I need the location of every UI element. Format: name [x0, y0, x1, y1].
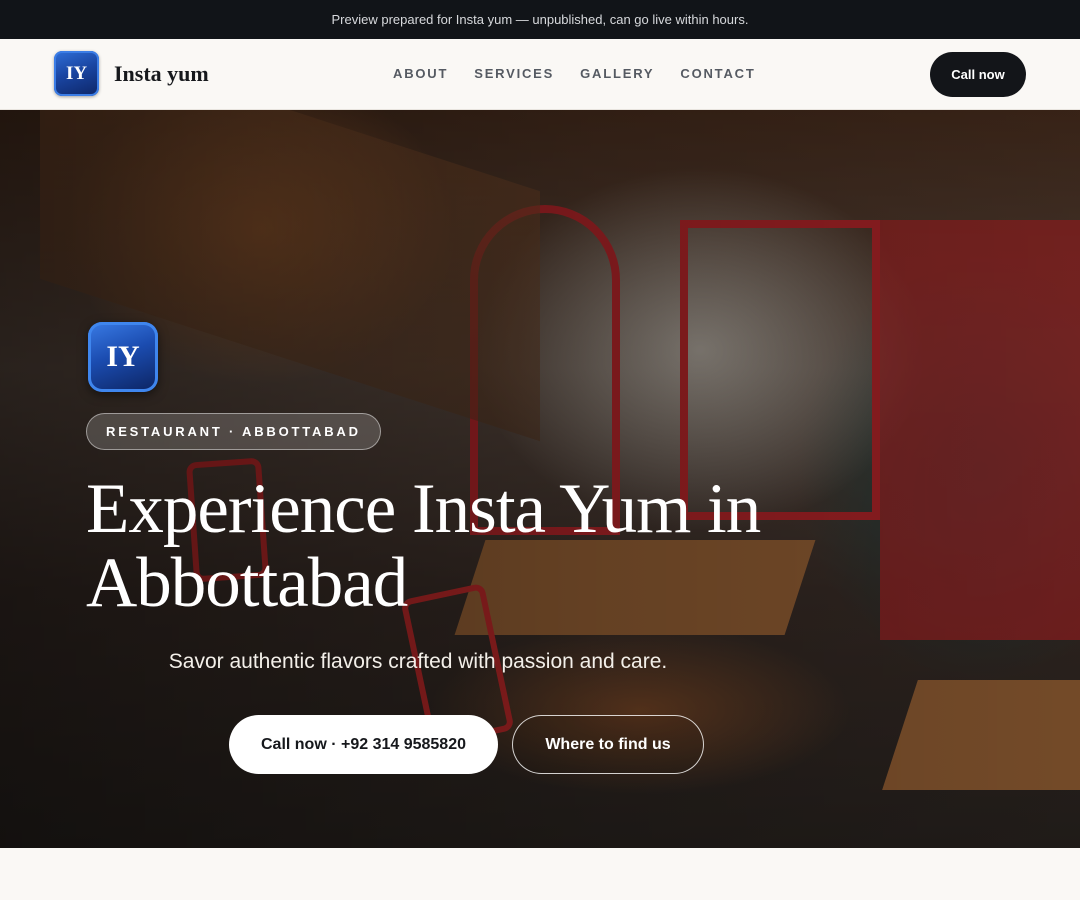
hero-logo-text: IY [106, 340, 140, 373]
main-nav: ABOUT SERVICES GALLERY CONTACT [393, 66, 782, 81]
hero-logo: IY [88, 322, 158, 392]
brand-logo: IY [54, 51, 99, 96]
nav-link-about[interactable]: ABOUT [393, 66, 448, 81]
nav-link-contact[interactable]: CONTACT [680, 66, 755, 81]
nav-link-gallery[interactable]: GALLERY [580, 66, 654, 81]
brand-name: Insta yum [114, 60, 209, 86]
nav-link-services[interactable]: SERVICES [474, 66, 554, 81]
hero-section: IY RESTAURANT · ABBOTTABAD Experience In… [0, 110, 1080, 848]
header-call-button[interactable]: Call now [930, 52, 1026, 97]
brand[interactable]: IY Insta yum [54, 51, 209, 96]
brand-logo-text: IY [65, 62, 88, 84]
hero-location-button[interactable]: Where to find us [512, 715, 704, 774]
preview-banner: Preview prepared for Insta yum — unpubli… [0, 0, 1080, 39]
preview-banner-text: Preview prepared for Insta yum — unpubli… [331, 12, 749, 27]
site-header: IY Insta yum ABOUT SERVICES GALLERY CONT… [0, 39, 1080, 110]
hero-call-button[interactable]: Call now · +92 314 9585820 [229, 715, 498, 774]
hero-title: Experience Insta Yum in Abbottabad [86, 470, 761, 622]
hero-tagline-badge: RESTAURANT · ABBOTTABAD [86, 413, 381, 450]
hero-subtitle: Savor authentic flavors crafted with pas… [168, 650, 668, 673]
